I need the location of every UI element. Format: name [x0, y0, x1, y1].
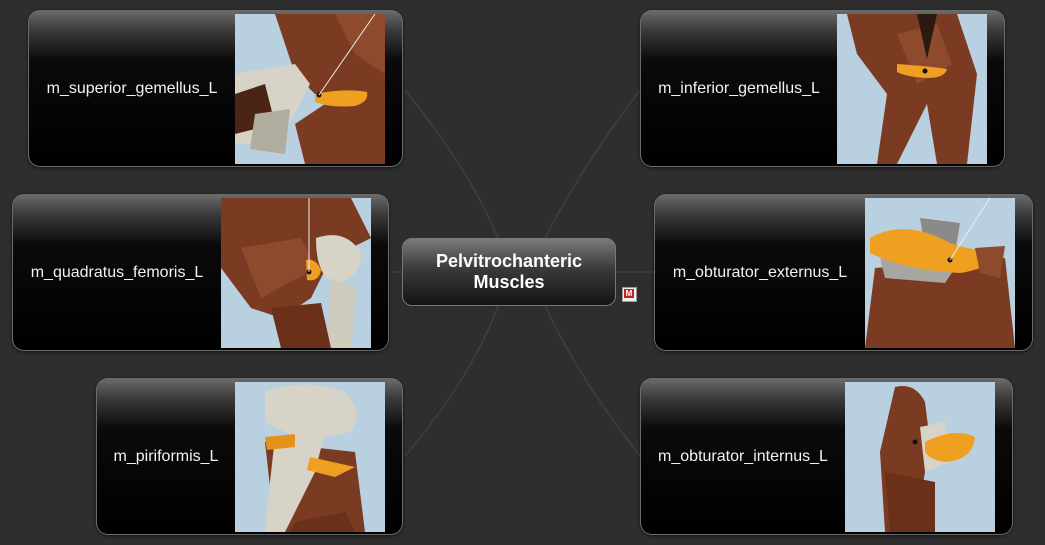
topic-obturator-externus[interactable]: m_obturator_externus_L [654, 194, 1033, 351]
topic-quadratus-femoris[interactable]: m_quadratus_femoris_L [12, 194, 389, 351]
muscle-thumbnail-image [865, 198, 1015, 348]
mindmap-attachment-icon[interactable]: M [622, 287, 637, 302]
topic-label: m_inferior_gemellus_L [658, 79, 820, 97]
topic-label: m_obturator_externus_L [672, 263, 848, 281]
muscle-thumbnail-image [837, 14, 987, 164]
topic-obturator-internus[interactable]: m_obturator_internus_L [640, 378, 1013, 535]
topic-superior-gemellus[interactable]: m_superior_gemellus_L [28, 10, 403, 167]
topic-label: m_obturator_internus_L [658, 447, 828, 465]
central-topic-line-2: Muscles [473, 272, 545, 292]
topic-piriformis[interactable]: m_piriformis_L [96, 378, 403, 535]
topic-label: m_piriformis_L [113, 447, 219, 465]
muscle-thumbnail-image [235, 14, 385, 164]
muscle-thumbnail-image [845, 382, 995, 532]
topic-inferior-gemellus[interactable]: m_inferior_gemellus_L [640, 10, 1005, 167]
topic-label: m_quadratus_femoris_L [30, 263, 204, 281]
topic-label: m_superior_gemellus_L [46, 79, 218, 97]
central-topic-line-1: Pelvitrochanteric [435, 251, 583, 271]
muscle-thumbnail-image [221, 198, 371, 348]
muscle-thumbnail-image [235, 382, 385, 532]
central-topic[interactable]: Pelvitrochanteric Muscles [402, 238, 616, 306]
